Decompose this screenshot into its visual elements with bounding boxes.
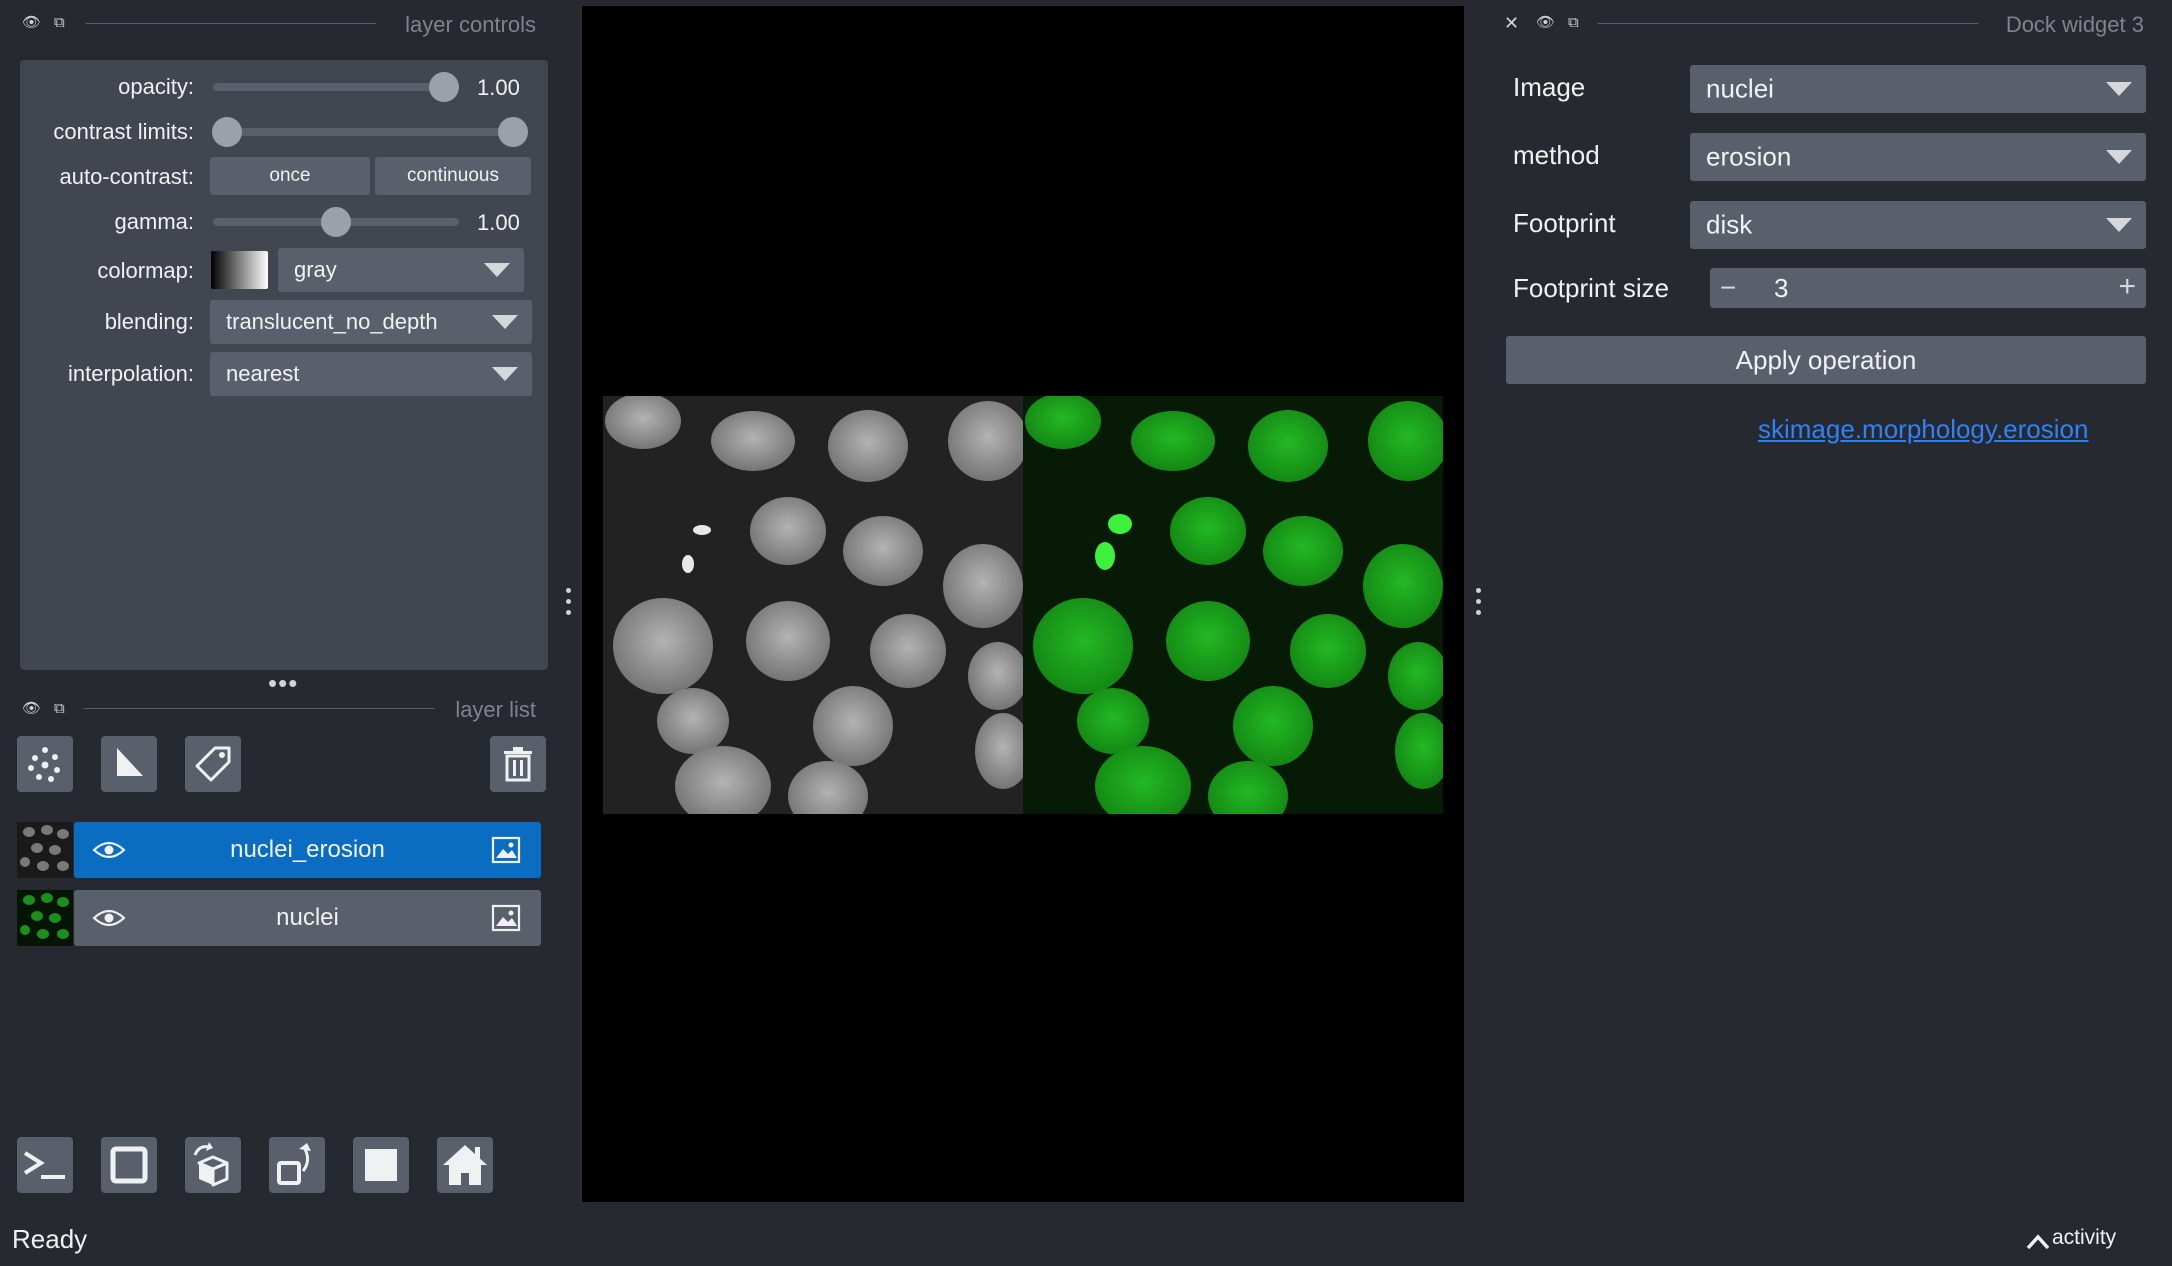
panel-splitter-handle[interactable]: ••• (268, 670, 298, 696)
layer-list-title-bar: layer list (80, 697, 538, 722)
interpolation-value: nearest (226, 361, 300, 386)
float-icon[interactable]: ⧉ (1568, 12, 1579, 34)
ndisplay-button[interactable] (101, 1137, 157, 1193)
roll-dims-button[interactable] (185, 1137, 241, 1193)
ndisplay-square-icon (110, 1146, 148, 1184)
chevron-down-icon (492, 315, 518, 329)
layer-list-title: layer list (455, 697, 536, 722)
chevron-down-icon (484, 263, 510, 277)
colormap-label: colormap: (97, 258, 194, 283)
new-points-button[interactable] (17, 736, 73, 792)
opacity-label: opacity: (118, 74, 194, 99)
new-shapes-button[interactable] (101, 736, 157, 792)
eye-icon[interactable]: 👁 (22, 698, 41, 720)
chevron-down-icon (2106, 82, 2132, 96)
footprint-size-stepper[interactable]: − 3 + (1710, 268, 2146, 308)
method-label: method (1513, 140, 1600, 170)
eye-icon[interactable]: 👁 (1536, 12, 1555, 34)
layer-thumbnail-nuclei-erosion (17, 822, 73, 878)
footprint-value: disk (1706, 209, 1753, 240)
layer-thumbnail-nuclei (17, 890, 73, 946)
labels-icon (195, 746, 231, 782)
nuclei-erosion-image (603, 396, 1023, 814)
rotate-3d-icon (193, 1142, 229, 1187)
contrast-limits-slider[interactable] (213, 128, 523, 136)
layer-name: nuclei (276, 904, 339, 931)
layer-controls-title: layer controls (405, 12, 536, 37)
dock-title-bar: Dock widget 3 (1594, 12, 2146, 37)
float-icon[interactable]: ⧉ (54, 698, 65, 720)
home-icon (443, 1145, 487, 1185)
opacity-slider-handle[interactable] (429, 72, 459, 102)
auto-contrast-once-button[interactable]: once (210, 157, 370, 195)
right-dock-splitter[interactable] (1476, 588, 1482, 621)
footprint-size-value[interactable]: 3 (1774, 273, 1788, 304)
layer-name: nuclei_erosion (230, 836, 385, 863)
image-icon (491, 836, 521, 864)
auto-contrast-continuous-button[interactable]: continuous (375, 157, 531, 195)
image-value: nuclei (1706, 73, 1774, 104)
decrement-button[interactable]: − (1720, 272, 1736, 304)
layer-controls-title-bar: layer controls (80, 12, 538, 37)
blending-select[interactable]: translucent_no_depth (210, 300, 532, 344)
transpose-button[interactable] (269, 1137, 325, 1193)
footprint-select[interactable]: disk (1690, 201, 2146, 249)
delete-icon (504, 747, 532, 782)
layer-row-nuclei[interactable]: nuclei (74, 890, 541, 946)
blending-label: blending: (104, 309, 194, 334)
gamma-label: gamma: (114, 209, 194, 234)
opacity-value: 1.00 (477, 75, 520, 100)
skimage-doc-link[interactable]: skimage.morphology.erosion (1758, 414, 2088, 445)
console-icon (23, 1151, 65, 1179)
points-icon (28, 747, 60, 782)
left-dock-splitter[interactable] (566, 588, 572, 621)
transpose-icon (277, 1143, 311, 1185)
new-labels-button[interactable] (185, 736, 241, 792)
status-text: Ready (12, 1224, 88, 1254)
layer-row-nuclei-erosion[interactable]: nuclei_erosion (74, 822, 541, 878)
grid-button[interactable] (353, 1137, 409, 1193)
opacity-slider[interactable] (213, 83, 459, 91)
dock-title: Dock widget 3 (2005, 12, 2144, 37)
footprint-label: Footprint (1513, 208, 1616, 238)
home-button[interactable] (437, 1137, 493, 1193)
image-select[interactable]: nuclei (1690, 65, 2146, 113)
contrast-low-handle[interactable] (212, 117, 242, 147)
float-icon[interactable]: ⧉ (54, 12, 65, 34)
close-icon[interactable]: ✕ (1504, 12, 1519, 34)
interpolation-select[interactable]: nearest (210, 352, 532, 396)
method-select[interactable]: erosion (1690, 133, 2146, 181)
gamma-slider-handle[interactable] (321, 207, 351, 237)
contrast-high-handle[interactable] (498, 117, 528, 147)
colormap-preview (211, 251, 268, 289)
nuclei-image (1023, 396, 1443, 814)
interpolation-label: interpolation: (68, 361, 194, 386)
gamma-value: 1.00 (477, 210, 520, 235)
image-label: Image (1513, 72, 1586, 102)
apply-operation-button[interactable]: Apply operation (1506, 336, 2146, 384)
console-button[interactable] (17, 1137, 73, 1193)
chevron-down-icon (492, 367, 518, 381)
activity-label: activity (2052, 1226, 2117, 1249)
delete-layer-button[interactable] (490, 736, 546, 792)
shapes-icon (117, 748, 143, 776)
footprint-size-label: Footprint size (1513, 273, 1670, 303)
auto-contrast-label: auto-contrast: (59, 164, 194, 189)
grid-icon (365, 1149, 397, 1181)
contrast-limits-label: contrast limits: (53, 119, 194, 144)
colormap-value: gray (294, 257, 337, 282)
image-icon (491, 904, 521, 932)
blending-value: translucent_no_depth (226, 309, 438, 334)
method-value: erosion (1706, 141, 1792, 172)
viewer-canvas[interactable] (582, 6, 1464, 1202)
chevron-down-icon (2106, 150, 2132, 164)
chevron-down-icon (2106, 218, 2132, 232)
increment-button[interactable]: + (2118, 270, 2136, 304)
chevron-up-icon (2026, 1234, 2050, 1250)
colormap-select[interactable]: gray (278, 248, 524, 292)
eye-icon[interactable]: 👁 (22, 12, 41, 34)
layer-controls-panel: opacity: 1.00 contrast limits: auto-cont… (20, 60, 548, 670)
